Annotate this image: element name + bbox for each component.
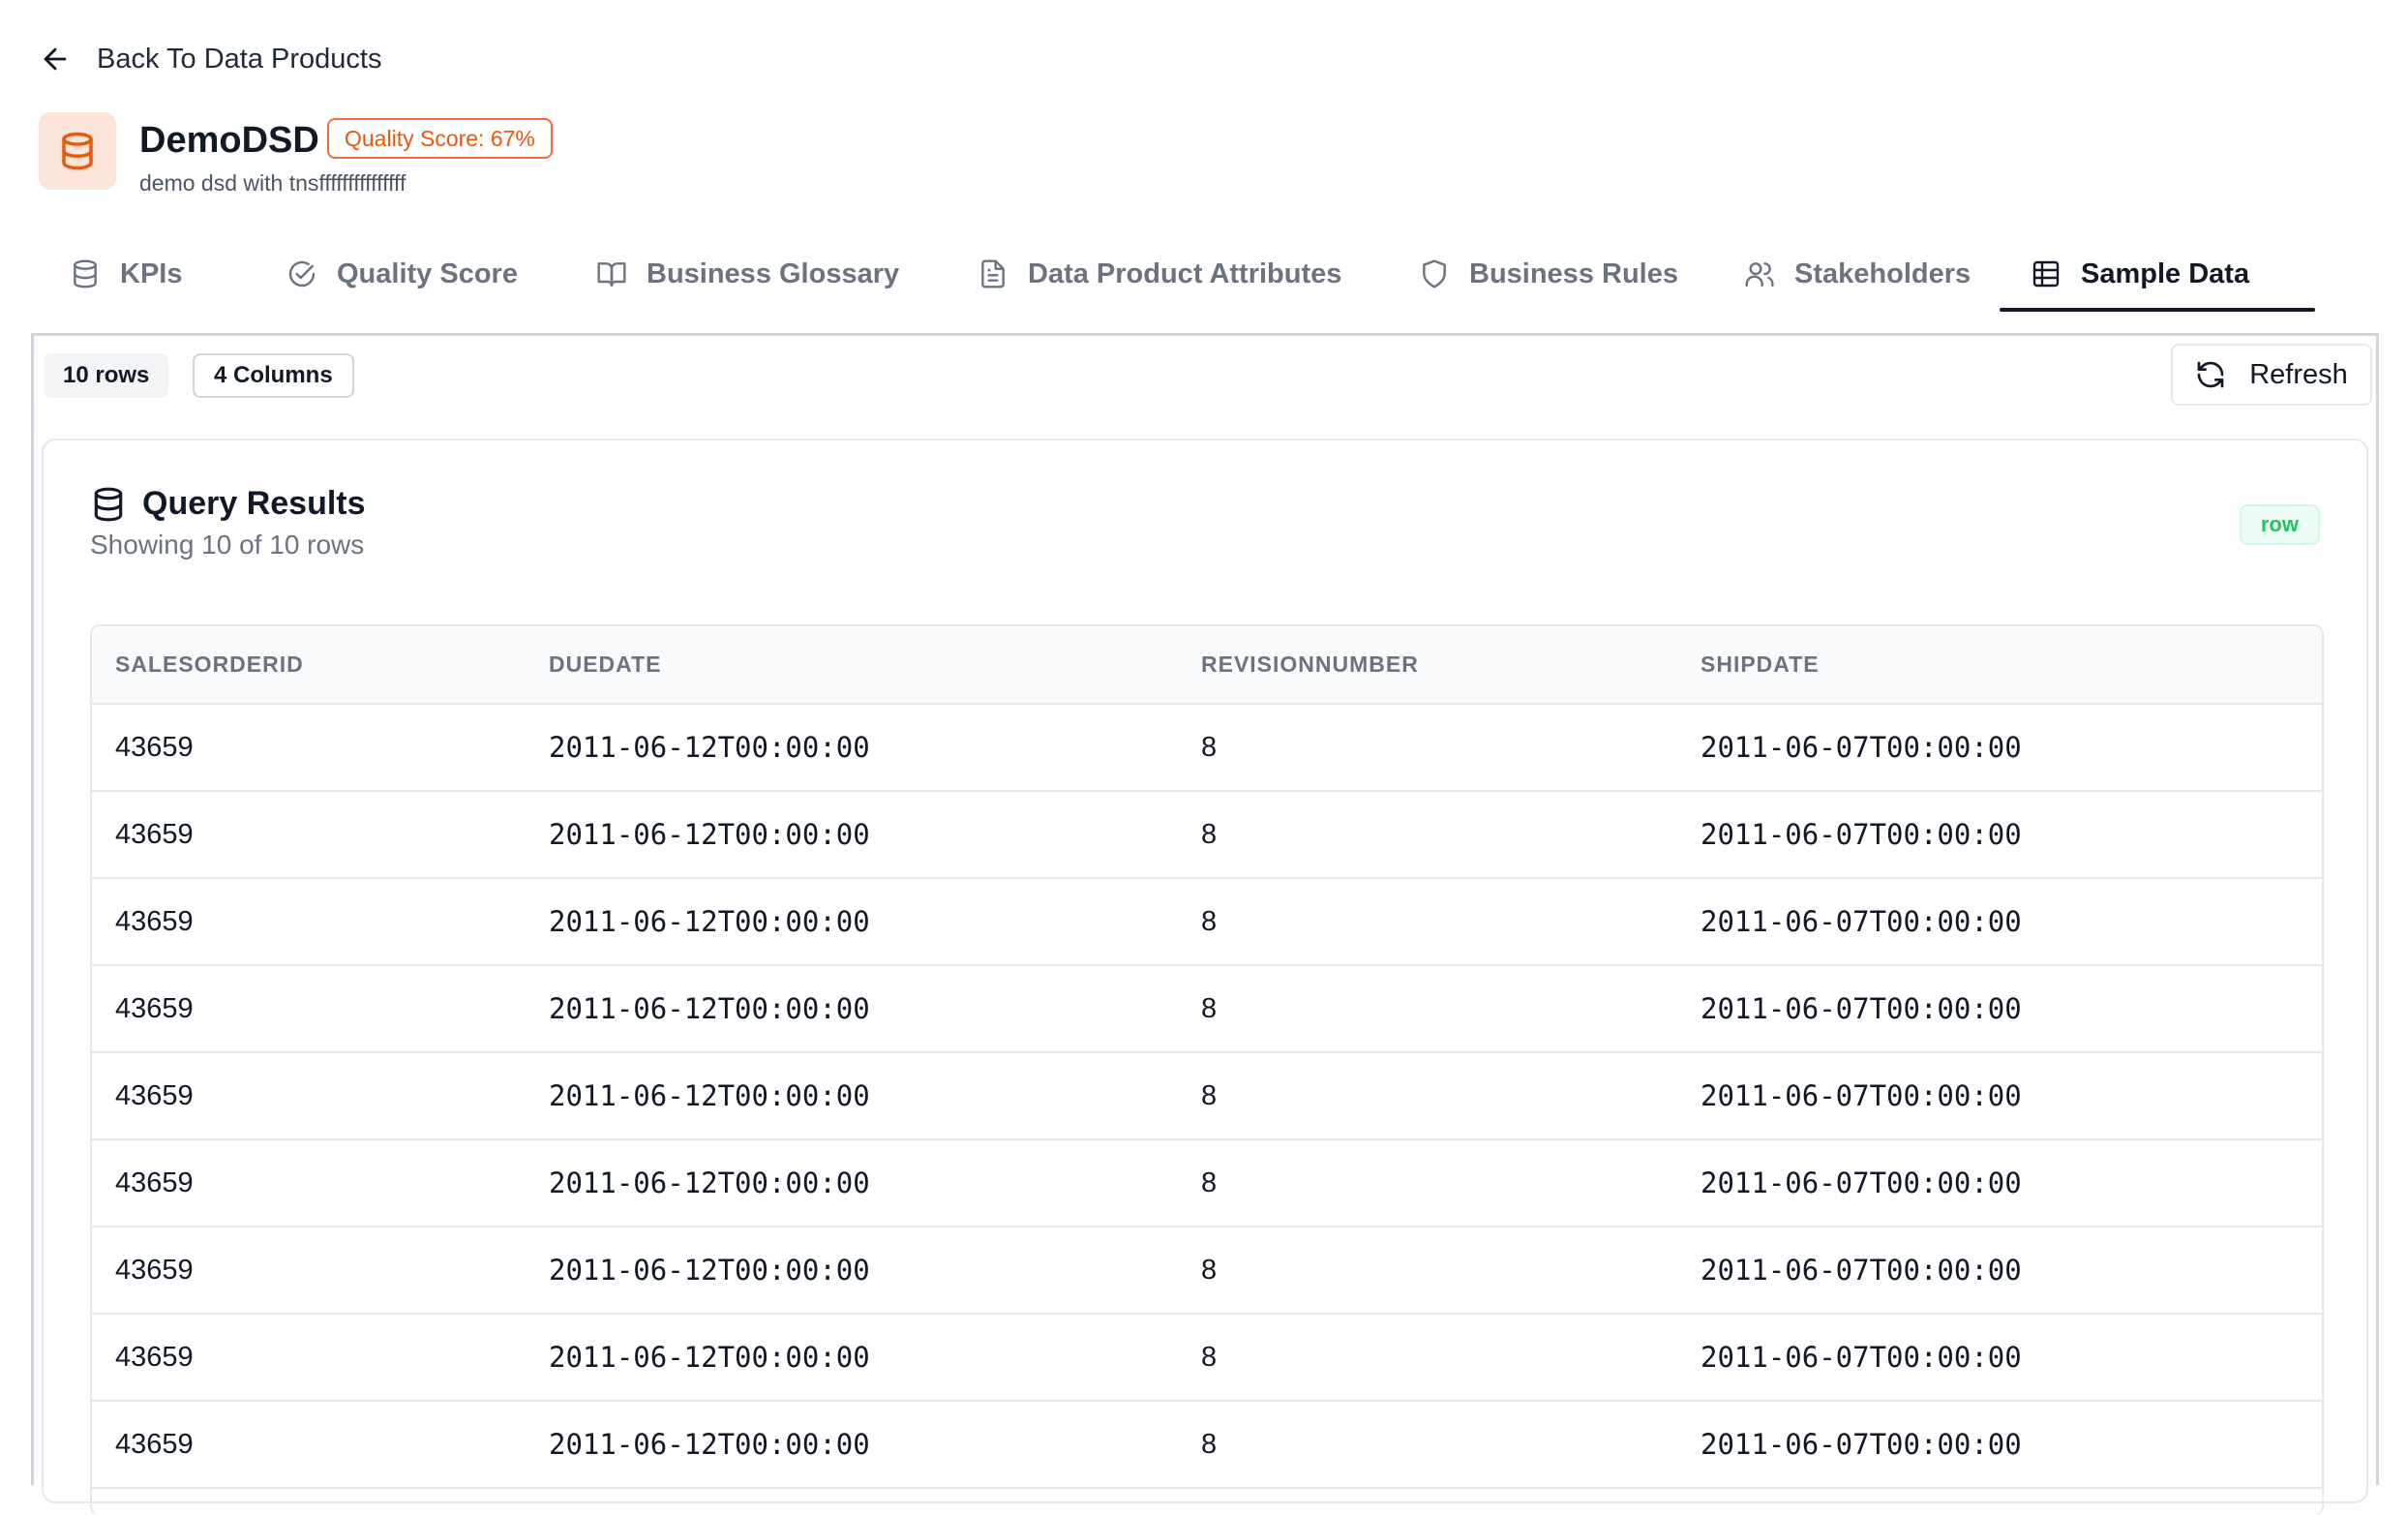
table-cell-shipdate: 2011-06-07T00:00:00 (1677, 965, 2322, 1053)
table-cell-salesorderid: 43659 (92, 704, 526, 792)
query-results-subtitle: Showing 10 of 10 rows (90, 530, 365, 560)
table-cell-salesorderid: 43659 (92, 1052, 526, 1140)
tab-label: Sample Data (2081, 258, 2250, 289)
table-cell-salesorderid: 43659 (92, 965, 526, 1053)
query-results-heading: Query Results (90, 485, 366, 523)
tab-label: Data Product Attributes (1028, 258, 1342, 289)
table-cell-revisionnumber: 8 (1178, 965, 1677, 1053)
table-cell-salesorderid: 43659 (92, 1401, 526, 1489)
table-cell-duedate: 2011-06-12T00:00:00 (526, 1314, 1178, 1402)
column-header-revisionnumber[interactable]: REVISIONNUMBER (1178, 626, 1677, 705)
results-table: SALESORDERID DUEDATE REVISIONNUMBER SHIP… (92, 626, 2322, 1489)
columns-count-chip: 4 Columns (193, 353, 354, 398)
table-cell-duedate: 2011-06-12T00:00:00 (526, 1401, 1178, 1489)
back-to-data-products-link[interactable]: Back To Data Products (39, 33, 381, 85)
table-cell-shipdate: 2011-06-07T00:00:00 (1677, 704, 2322, 792)
database-icon (62, 132, 93, 170)
table-cell-duedate: 2011-06-12T00:00:00 (526, 965, 1178, 1053)
tab-kpis[interactable]: KPIs (39, 236, 213, 312)
tab-bar: KPIs Quality Score Business Glossary Dat… (39, 236, 2369, 312)
table-cell-revisionnumber: 8 (1178, 1052, 1677, 1140)
table-cell-shipdate: 2011-06-07T00:00:00 (1677, 1227, 2322, 1315)
table-cell-revisionnumber: 8 (1178, 878, 1677, 966)
table-row: 43659 2011-06-12T00:00:00 8 2011-06-07T00:0… (92, 704, 2322, 792)
table-cell-revisionnumber: 8 (1178, 791, 1677, 879)
database-icon (74, 259, 97, 288)
table-row: 43659 2011-06-12T00:00:00 8 2011-06-07T00:0… (92, 1139, 2322, 1227)
query-results-card: Query Results Showing 10 of 10 rows row … (42, 439, 2368, 1515)
table-cell-duedate: 2011-06-12T00:00:00 (526, 878, 1178, 966)
tab-sample-data[interactable]: Sample Data (2000, 236, 2315, 312)
row-type-badge: row (2239, 504, 2320, 545)
table-row: 43659 2011-06-12T00:00:00 8 2011-06-07T00:0… (92, 1314, 2322, 1402)
refresh-button[interactable]: Refresh (2171, 344, 2372, 406)
table-row: 43659 2011-06-12T00:00:00 8 2011-06-07T00:0… (92, 791, 2322, 879)
tab-business-glossary[interactable]: Business Glossary (565, 236, 930, 312)
column-header-duedate[interactable]: DUEDATE (526, 626, 1178, 705)
table-cell-duedate: 2011-06-12T00:00:00 (526, 704, 1178, 792)
table-cell-duedate: 2011-06-12T00:00:00 (526, 791, 1178, 879)
column-header-shipdate[interactable]: SHIPDATE (1677, 626, 2322, 705)
rows-count-chip: 10 rows (44, 353, 169, 398)
table-row: 43659 2011-06-12T00:00:00 8 2011-06-07T00:0… (92, 1227, 2322, 1315)
tab-label: Business Glossary (647, 258, 900, 289)
results-table-container: SALESORDERID DUEDATE REVISIONNUMBER SHIP… (90, 624, 2324, 1515)
table-row: 43659 2011-06-12T00:00:00 8 2011-06-07T00:0… (92, 965, 2322, 1053)
back-link-label: Back To Data Products (97, 43, 382, 75)
table-header-row: SALESORDERID DUEDATE REVISIONNUMBER SHIP… (92, 626, 2322, 705)
users-icon (1745, 262, 1774, 288)
table-row: 43659 2011-06-12T00:00:00 8 2011-06-07T00:0… (92, 1401, 2322, 1489)
table-cell-salesorderid: 43659 (92, 878, 526, 966)
table-cell-shipdate: 2011-06-07T00:00:00 (1677, 878, 2322, 966)
refresh-label: Refresh (2249, 358, 2348, 390)
page-title: DemoDSD (139, 120, 319, 161)
tab-quality-score[interactable]: Quality Score (256, 236, 549, 312)
table-cell-shipdate: 2011-06-07T00:00:00 (1677, 1401, 2322, 1489)
table-cell-shipdate: 2011-06-07T00:00:00 (1677, 1139, 2322, 1227)
table-row: 43659 2011-06-12T00:00:00 8 2011-06-07T00:0… (92, 1052, 2322, 1140)
tab-stakeholders[interactable]: Stakeholders (1713, 236, 2002, 312)
table-cell-revisionnumber: 8 (1178, 1401, 1677, 1489)
table-cell-salesorderid: 43659 (92, 1227, 526, 1315)
table-cell-duedate: 2011-06-12T00:00:00 (526, 1227, 1178, 1315)
database-icon (94, 487, 123, 521)
shield-icon (1423, 259, 1446, 288)
table-body: 43659 2011-06-12T00:00:00 8 2011-06-07T00:0… (92, 704, 2322, 1489)
quality-score-badge: Quality Score: 67% (327, 118, 553, 159)
query-results-title: Query Results (142, 485, 366, 522)
table-cell-revisionnumber: 8 (1178, 1314, 1677, 1402)
table-row: 43659 2011-06-12T00:00:00 8 2011-06-07T00:0… (92, 878, 2322, 966)
tab-label: Stakeholders (1794, 258, 1972, 289)
table-cell-revisionnumber: 8 (1178, 1139, 1677, 1227)
table-cell-salesorderid: 43659 (92, 791, 526, 879)
table-cell-revisionnumber: 8 (1178, 704, 1677, 792)
tab-label: Business Rules (1469, 258, 1678, 289)
table-cell-duedate: 2011-06-12T00:00:00 (526, 1052, 1178, 1140)
document-icon (981, 259, 1005, 288)
check-circle-icon (288, 260, 316, 288)
product-icon-tile (39, 112, 116, 190)
sample-data-panel: 10 rows 4 Columns Refresh Query Results … (31, 333, 2379, 1515)
table-icon (2032, 260, 2060, 288)
table-cell-shipdate: 2011-06-07T00:00:00 (1677, 1314, 2322, 1402)
tab-label: KPIs (120, 258, 183, 289)
column-header-salesorderid[interactable]: SALESORDERID (92, 626, 526, 705)
tab-business-rules[interactable]: Business Rules (1388, 236, 1709, 312)
tab-data-product-attributes[interactable]: Data Product Attributes (947, 236, 1372, 312)
arrow-left-icon (44, 47, 67, 71)
book-icon (597, 262, 626, 288)
table-cell-shipdate: 2011-06-07T00:00:00 (1677, 1052, 2322, 1140)
table-cell-salesorderid: 43659 (92, 1139, 526, 1227)
table-cell-revisionnumber: 8 (1178, 1227, 1677, 1315)
table-cell-salesorderid: 43659 (92, 1314, 526, 1402)
refresh-icon (2197, 361, 2224, 388)
table-cell-shipdate: 2011-06-07T00:00:00 (1677, 791, 2322, 879)
tab-label: Quality Score (337, 258, 518, 289)
product-description: demo dsd with tnsfffffffffffffff (139, 170, 406, 196)
table-cell-duedate: 2011-06-12T00:00:00 (526, 1139, 1178, 1227)
